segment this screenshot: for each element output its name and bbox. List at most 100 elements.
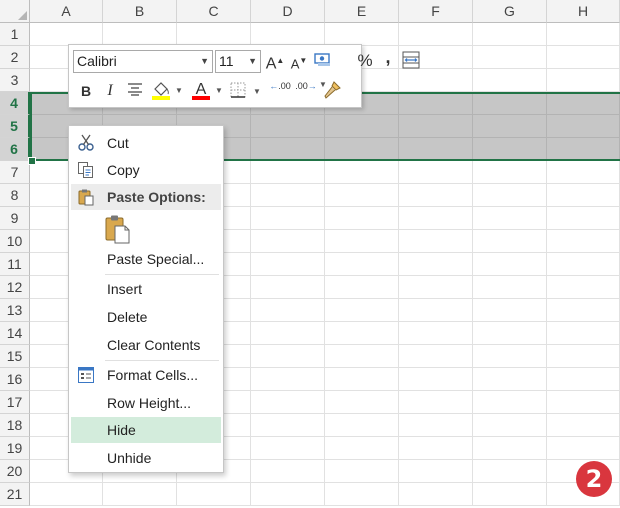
cell-h8[interactable]	[547, 184, 620, 207]
cell-h14[interactable]	[547, 322, 620, 345]
column-header-h[interactable]: H	[547, 0, 620, 23]
cell-h17[interactable]	[547, 391, 620, 414]
cell-f11[interactable]	[399, 253, 473, 276]
cell-d19[interactable]	[251, 437, 325, 460]
cell-d7[interactable]	[251, 161, 325, 184]
decrease-decimal-button[interactable]: .00→	[295, 81, 317, 103]
cell-a1[interactable]	[30, 23, 103, 46]
cell-f13[interactable]	[399, 299, 473, 322]
row-header-20[interactable]: 20	[0, 460, 30, 483]
cell-f9[interactable]	[399, 207, 473, 230]
cell-d18[interactable]	[251, 414, 325, 437]
cell-h19[interactable]	[547, 437, 620, 460]
cell-g5[interactable]	[473, 115, 547, 138]
row-header-9[interactable]: 9	[0, 207, 30, 230]
cell-f4[interactable]	[399, 92, 473, 115]
cell-g11[interactable]	[473, 253, 547, 276]
bold-button[interactable]: B	[77, 81, 95, 103]
cell-g10[interactable]	[473, 230, 547, 253]
row-header-4[interactable]: 4	[0, 92, 30, 115]
cell-c1[interactable]	[177, 23, 251, 46]
row-header-1[interactable]: 1	[0, 23, 30, 46]
cell-b21[interactable]	[103, 483, 177, 506]
cell-d5[interactable]	[251, 115, 325, 138]
cell-f6[interactable]	[399, 138, 473, 161]
fill-color-button[interactable]: ▼	[151, 79, 183, 101]
select-all-corner[interactable]	[0, 0, 30, 23]
cell-h10[interactable]	[547, 230, 620, 253]
menu-item-row-height[interactable]: Row Height...	[71, 390, 221, 416]
cell-f10[interactable]	[399, 230, 473, 253]
increase-font-size-button[interactable]: A▲	[265, 51, 285, 73]
font-name-box[interactable]: Calibri ▼	[73, 50, 213, 73]
cell-f19[interactable]	[399, 437, 473, 460]
cell-d9[interactable]	[251, 207, 325, 230]
cell-d8[interactable]	[251, 184, 325, 207]
comma-style-button[interactable]: ,	[381, 47, 395, 69]
cell-e7[interactable]	[325, 161, 399, 184]
cell-d21[interactable]	[251, 483, 325, 506]
menu-item-hide[interactable]: Hide	[71, 417, 221, 443]
increase-decimal-button[interactable]: ←.00	[269, 81, 291, 103]
cell-d12[interactable]	[251, 276, 325, 299]
cell-f7[interactable]	[399, 161, 473, 184]
cell-h4[interactable]	[547, 92, 620, 115]
fill-handle[interactable]	[28, 157, 36, 165]
row-header-5[interactable]: 5	[0, 115, 30, 138]
cell-g3[interactable]	[473, 69, 547, 92]
menu-item-delete[interactable]: Delete	[71, 304, 221, 330]
cell-g16[interactable]	[473, 368, 547, 391]
cell-e21[interactable]	[325, 483, 399, 506]
cell-d17[interactable]	[251, 391, 325, 414]
cell-d13[interactable]	[251, 299, 325, 322]
cell-g15[interactable]	[473, 345, 547, 368]
cell-e16[interactable]	[325, 368, 399, 391]
cell-d14[interactable]	[251, 322, 325, 345]
row-header-8[interactable]: 8	[0, 184, 30, 207]
cell-h16[interactable]	[547, 368, 620, 391]
cell-f21[interactable]	[399, 483, 473, 506]
cell-a21[interactable]	[30, 483, 103, 506]
row-header-6[interactable]: 6	[0, 138, 30, 161]
menu-item-unhide[interactable]: Unhide	[71, 445, 221, 471]
cell-h12[interactable]	[547, 276, 620, 299]
cell-g7[interactable]	[473, 161, 547, 184]
row-header-15[interactable]: 15	[0, 345, 30, 368]
cell-g18[interactable]	[473, 414, 547, 437]
format-painter-button[interactable]	[321, 80, 343, 102]
cell-h9[interactable]	[547, 207, 620, 230]
cell-b1[interactable]	[103, 23, 177, 46]
chevron-down-icon[interactable]: ▼	[215, 81, 223, 101]
cell-h3[interactable]	[547, 69, 620, 92]
cell-e1[interactable]	[325, 23, 399, 46]
paste-button[interactable]	[103, 214, 131, 244]
cell-e19[interactable]	[325, 437, 399, 460]
cell-g20[interactable]	[473, 460, 547, 483]
chevron-down-icon[interactable]: ▼	[248, 51, 257, 72]
cell-f5[interactable]	[399, 115, 473, 138]
row-header-16[interactable]: 16	[0, 368, 30, 391]
cell-e6[interactable]	[325, 138, 399, 161]
row-header-13[interactable]: 13	[0, 299, 30, 322]
cell-f15[interactable]	[399, 345, 473, 368]
chevron-down-icon[interactable]: ▼	[175, 81, 183, 101]
cell-e8[interactable]	[325, 184, 399, 207]
cell-h2[interactable]	[547, 46, 620, 69]
cell-f16[interactable]	[399, 368, 473, 391]
cell-h11[interactable]	[547, 253, 620, 276]
column-header-c[interactable]: C	[177, 0, 251, 23]
cell-e13[interactable]	[325, 299, 399, 322]
row-header-2[interactable]: 2	[0, 46, 30, 69]
row-header-10[interactable]: 10	[0, 230, 30, 253]
menu-item-clear-contents[interactable]: Clear Contents	[71, 332, 221, 358]
cell-f14[interactable]	[399, 322, 473, 345]
accounting-format-button[interactable]: ▼	[313, 51, 333, 89]
cell-h15[interactable]	[547, 345, 620, 368]
merge-center-button[interactable]	[401, 51, 421, 73]
cell-d10[interactable]	[251, 230, 325, 253]
row-header-7[interactable]: 7	[0, 161, 30, 184]
menu-item-insert[interactable]: Insert	[71, 276, 221, 302]
row-header-3[interactable]: 3	[0, 69, 30, 92]
font-color-button[interactable]: A ▼	[191, 79, 223, 101]
cell-d15[interactable]	[251, 345, 325, 368]
